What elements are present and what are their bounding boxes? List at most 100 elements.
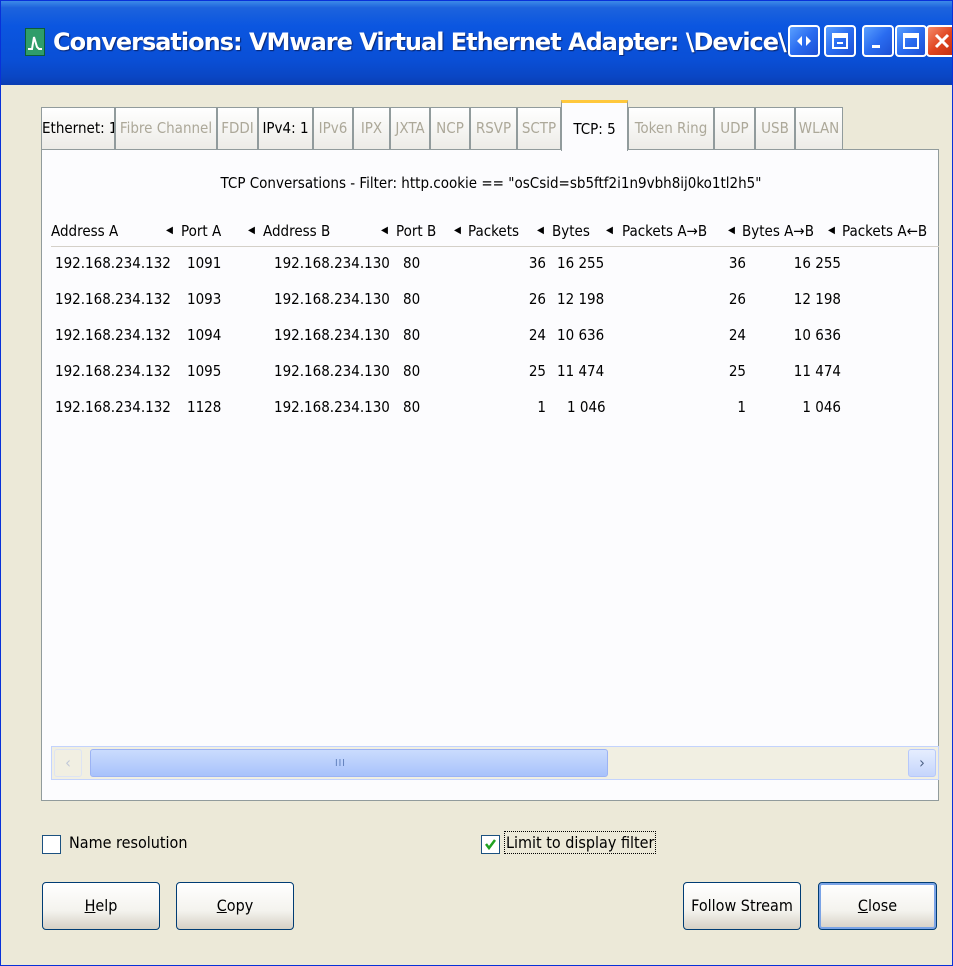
cell-bytes: 12 198 bbox=[557, 290, 605, 308]
cell-port-a: 1091 bbox=[187, 254, 222, 272]
name-resolution-checkbox[interactable] bbox=[42, 835, 61, 854]
cell-port-a: 1095 bbox=[187, 362, 222, 380]
sort-arrow-icon: ◀ bbox=[537, 225, 544, 236]
cell-port-b: 80 bbox=[403, 254, 421, 272]
tab-token-ring[interactable]: Token Ring bbox=[628, 107, 714, 150]
tab-sctp[interactable]: SCTP bbox=[517, 107, 561, 150]
cell-address-a: 192.168.234.132 bbox=[55, 362, 171, 380]
table-row[interactable]: 192.168.234.132 1091 192.168.234.130 80 … bbox=[51, 246, 939, 281]
table-row[interactable]: 192.168.234.132 1095 192.168.234.130 80 … bbox=[51, 354, 939, 389]
horizontal-scrollbar[interactable]: ‹ III › bbox=[51, 746, 939, 780]
copy-label: opy bbox=[226, 896, 254, 915]
tab-ipv4[interactable]: IPv4: 1 bbox=[258, 107, 313, 150]
cell-packets-a-to-b: 24 bbox=[728, 326, 746, 344]
cell-address-b: 192.168.234.130 bbox=[274, 290, 390, 308]
cell-bytes-a-to-b: 1 046 bbox=[802, 398, 841, 416]
column-packets[interactable]: Packets bbox=[468, 216, 544, 246]
tab-rsvp[interactable]: RSVP bbox=[470, 107, 517, 150]
help-mnemonic: H bbox=[84, 896, 96, 915]
cell-bytes: 16 255 bbox=[557, 254, 605, 272]
limit-to-display-filter-checkbox[interactable] bbox=[481, 835, 500, 854]
cell-port-b: 80 bbox=[403, 290, 421, 308]
column-address-b[interactable]: Address B bbox=[263, 216, 373, 246]
sort-arrow-icon: ◀ bbox=[166, 225, 173, 236]
scrollbar-grip: III bbox=[335, 758, 346, 769]
close-icon[interactable] bbox=[926, 25, 952, 57]
tab-udp[interactable]: UDP bbox=[714, 107, 755, 150]
column-address-a[interactable]: Address A bbox=[51, 216, 163, 246]
cell-bytes: 10 636 bbox=[557, 326, 605, 344]
cell-port-b: 80 bbox=[403, 326, 421, 344]
cell-packets-a-to-b: 1 bbox=[737, 398, 746, 416]
maximize-icon[interactable] bbox=[895, 25, 927, 57]
conversations-window: Conversations: VMware Virtual Ethernet A… bbox=[0, 0, 953, 966]
cell-bytes: 11 474 bbox=[557, 362, 605, 380]
help-button[interactable]: Help bbox=[42, 882, 160, 930]
scroll-right-icon[interactable]: › bbox=[908, 749, 936, 777]
copy-mnemonic: C bbox=[216, 896, 227, 915]
tab-ipv6[interactable]: IPv6 bbox=[313, 107, 353, 150]
cell-packets-a-to-b: 36 bbox=[728, 254, 746, 272]
title-bar[interactable]: Conversations: VMware Virtual Ethernet A… bbox=[1, 1, 952, 85]
window-title: Conversations: VMware Virtual Ethernet A… bbox=[53, 28, 793, 56]
table-row[interactable]: 192.168.234.132 1094 192.168.234.130 80 … bbox=[51, 318, 939, 353]
cell-port-a: 1128 bbox=[187, 398, 222, 416]
tab-wlan[interactable]: WLAN bbox=[795, 107, 843, 150]
maximize-custom-icon[interactable] bbox=[788, 25, 820, 57]
cell-address-a: 192.168.234.132 bbox=[55, 326, 171, 344]
limit-to-display-filter-label[interactable]: Limit to display filter bbox=[503, 831, 657, 854]
tab-tcp[interactable]: TCP: 5 bbox=[561, 100, 628, 151]
cell-packets: 1 bbox=[537, 398, 546, 416]
cell-address-b: 192.168.234.130 bbox=[274, 398, 390, 416]
cell-address-b: 192.168.234.130 bbox=[274, 254, 390, 272]
column-bytes-a-to-b[interactable]: Bytes A→B bbox=[742, 216, 835, 246]
cell-bytes-a-to-b: 12 198 bbox=[793, 290, 841, 308]
checkmark-icon bbox=[485, 839, 496, 851]
name-resolution-label[interactable]: Name resolution bbox=[69, 833, 187, 852]
sort-arrow-icon: ◀ bbox=[454, 225, 461, 236]
close-label: lose bbox=[867, 896, 898, 915]
cell-address-b: 192.168.234.130 bbox=[274, 362, 390, 380]
tab-fibre-channel[interactable]: Fibre Channel bbox=[115, 107, 217, 150]
scroll-left-icon[interactable]: ‹ bbox=[54, 749, 82, 777]
sort-arrow-icon: ◀ bbox=[606, 225, 613, 236]
tab-fddi[interactable]: FDDI bbox=[217, 107, 258, 150]
column-packets-a-to-b[interactable]: Packets A→B bbox=[622, 216, 736, 246]
sort-arrow-icon: ◀ bbox=[828, 225, 835, 236]
tab-ipx[interactable]: IPX bbox=[353, 107, 390, 150]
sort-arrow-icon: ◀ bbox=[728, 225, 735, 236]
cell-packets-a-to-b: 25 bbox=[728, 362, 746, 380]
help-label: elp bbox=[95, 896, 118, 915]
cell-port-a: 1094 bbox=[187, 326, 222, 344]
minimize-icon[interactable] bbox=[862, 25, 894, 57]
tcp-conversations-panel: TCP Conversations - Filter: http.cookie … bbox=[41, 149, 939, 801]
scrollbar-thumb[interactable]: III bbox=[90, 749, 608, 777]
filter-label: TCP Conversations - Filter: http.cookie … bbox=[220, 174, 762, 192]
tab-jxta[interactable]: JXTA bbox=[390, 107, 430, 150]
cell-bytes-a-to-b: 10 636 bbox=[793, 326, 841, 344]
cell-address-a: 192.168.234.132 bbox=[55, 398, 171, 416]
table-row[interactable]: 192.168.234.132 1128 192.168.234.130 80 … bbox=[51, 390, 939, 425]
table-row[interactable]: 192.168.234.132 1093 192.168.234.130 80 … bbox=[51, 282, 939, 317]
close-mnemonic: C bbox=[857, 896, 868, 915]
sort-arrow-icon: ◀ bbox=[381, 225, 388, 236]
column-packets-b-to-a[interactable]: Packets A←B bbox=[842, 216, 939, 246]
cell-port-b: 80 bbox=[403, 362, 421, 380]
cell-address-a: 192.168.234.132 bbox=[55, 254, 171, 272]
restore-custom-icon[interactable] bbox=[824, 25, 856, 57]
copy-button[interactable]: Copy bbox=[176, 882, 294, 930]
table-header: Address A ◀ Port A ◀ Address B ◀ Port B … bbox=[51, 216, 939, 247]
tab-ethernet[interactable]: Ethernet: 1 bbox=[41, 107, 115, 150]
tab-usb[interactable]: USB bbox=[755, 107, 795, 150]
cell-packets: 26 bbox=[528, 290, 546, 308]
close-button[interactable]: Close bbox=[818, 882, 937, 930]
cell-address-b: 192.168.234.130 bbox=[274, 326, 390, 344]
cell-address-a: 192.168.234.132 bbox=[55, 290, 171, 308]
cell-packets: 25 bbox=[528, 362, 546, 380]
tab-ncp[interactable]: NCP bbox=[430, 107, 470, 150]
column-port-a[interactable]: Port A bbox=[181, 216, 241, 246]
cell-packets-a-to-b: 26 bbox=[728, 290, 746, 308]
column-port-b[interactable]: Port B bbox=[396, 216, 451, 246]
follow-stream-button[interactable]: Follow Stream bbox=[683, 882, 801, 930]
cell-port-b: 80 bbox=[403, 398, 421, 416]
